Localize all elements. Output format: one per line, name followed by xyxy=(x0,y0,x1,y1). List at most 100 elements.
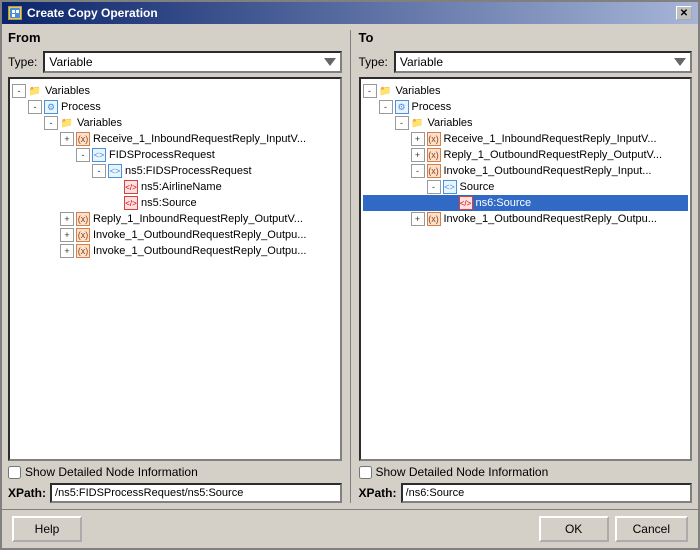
node-label: Invoke_1_OutboundRequestReply_Outpu... xyxy=(93,229,306,241)
from-type-row: Type: Variable xyxy=(8,51,342,73)
to-show-detailed-label[interactable]: Show Detailed Node Information xyxy=(359,465,549,479)
expand-icon[interactable]: + xyxy=(411,212,425,226)
node-label: Source xyxy=(460,181,495,193)
node-label: Reply_1_InboundRequestReply_OutputV... xyxy=(93,213,303,225)
tree-node[interactable]: +(x)Reply_1_InboundRequestReply_OutputV.… xyxy=(12,211,338,227)
node-label: Variables xyxy=(77,117,122,129)
expand-icon[interactable]: - xyxy=(379,100,393,114)
expand-icon[interactable]: - xyxy=(395,116,409,130)
node-label: Receive_1_InboundRequestReply_InputV... xyxy=(93,133,306,145)
from-xpath-input[interactable] xyxy=(50,483,341,503)
to-xpath-input[interactable] xyxy=(401,483,692,503)
node-label: ns5:FIDSProcessRequest xyxy=(125,165,252,177)
tree-node[interactable]: +(x)Invoke_1_OutboundRequestReply_Outpu.… xyxy=(12,227,338,243)
tree-node[interactable]: -<>ns5:FIDSProcessRequest xyxy=(12,163,338,179)
expand-icon[interactable]: + xyxy=(60,132,74,146)
from-show-detailed-checkbox[interactable] xyxy=(8,466,21,479)
tree-node[interactable]: -📁Variables xyxy=(12,83,338,99)
expand-icon[interactable]: - xyxy=(44,116,58,130)
node-label: Process xyxy=(412,101,452,113)
tree-node[interactable]: +(x)Invoke_1_OutboundRequestReply_Outpu.… xyxy=(363,211,689,227)
variable-icon: (x) xyxy=(76,212,90,226)
expand-icon[interactable]: + xyxy=(60,212,74,226)
node-label: Invoke_1_OutboundRequestReply_Outpu... xyxy=(444,213,657,225)
expand-icon[interactable]: + xyxy=(411,132,425,146)
node-label: Variables xyxy=(428,117,473,129)
help-button[interactable]: Help xyxy=(12,516,82,542)
cancel-button[interactable]: Cancel xyxy=(615,516,688,542)
attr-icon: </> xyxy=(124,180,138,194)
to-panel-title: To xyxy=(359,30,693,47)
process-icon: ⚙ xyxy=(44,100,58,114)
from-xpath-label: XPath: xyxy=(8,486,46,500)
node-label: Invoke_1_OutboundRequestReply_Outpu... xyxy=(93,245,306,257)
from-xpath-row: XPath: xyxy=(8,483,342,503)
ok-button[interactable]: OK xyxy=(539,516,609,542)
to-tree[interactable]: -📁Variables-⚙Process-📁Variables+(x)Recei… xyxy=(359,77,693,461)
tree-node[interactable]: -📁Variables xyxy=(12,115,338,131)
to-xpath-row: XPath: xyxy=(359,483,693,503)
expand-icon[interactable]: - xyxy=(363,84,377,98)
expand-icon[interactable]: + xyxy=(60,244,74,258)
element-icon: <> xyxy=(92,148,106,162)
expand-icon[interactable]: - xyxy=(92,164,106,178)
from-type-select[interactable]: Variable xyxy=(43,51,341,73)
node-label: ns5:AirlineName xyxy=(141,181,222,193)
node-label: Variables xyxy=(45,85,90,97)
expand-icon[interactable]: - xyxy=(411,164,425,178)
tree-node[interactable]: +(x)Receive_1_InboundRequestReply_InputV… xyxy=(12,131,338,147)
from-show-detailed-label[interactable]: Show Detailed Node Information xyxy=(8,465,198,479)
variable-icon: (x) xyxy=(76,228,90,242)
tree-node[interactable]: -(x)Invoke_1_OutboundRequestReply_Input.… xyxy=(363,163,689,179)
folder-icon: 📁 xyxy=(28,84,42,98)
tree-node[interactable]: +(x)Invoke_1_OutboundRequestReply_Outpu.… xyxy=(12,243,338,259)
node-label: Variables xyxy=(396,85,441,97)
close-button[interactable]: ✕ xyxy=(676,6,692,20)
expand-icon[interactable]: + xyxy=(411,148,425,162)
variable-icon: (x) xyxy=(427,132,441,146)
tree-node[interactable]: </>ns6:Source xyxy=(363,195,689,211)
tree-node[interactable]: +(x)Receive_1_InboundRequestReply_InputV… xyxy=(363,131,689,147)
variable-icon: (x) xyxy=(427,148,441,162)
from-bottom-row: Show Detailed Node Information xyxy=(8,465,342,479)
title-bar-left: Create Copy Operation xyxy=(8,6,158,20)
to-bottom-row: Show Detailed Node Information xyxy=(359,465,693,479)
expand-icon[interactable]: - xyxy=(76,148,90,162)
tree-node[interactable]: -📁Variables xyxy=(363,83,689,99)
element-icon: <> xyxy=(108,164,122,178)
expand-icon[interactable]: - xyxy=(12,84,26,98)
panel-divider xyxy=(350,30,351,503)
process-icon: ⚙ xyxy=(395,100,409,114)
ok-cancel-group: OK Cancel xyxy=(539,516,688,542)
dialog-window: Create Copy Operation ✕ From Type: Varia… xyxy=(0,0,700,550)
tree-node[interactable]: -⚙Process xyxy=(363,99,689,115)
node-label: ns5:Source xyxy=(141,197,197,209)
node-label: FIDSProcessRequest xyxy=(109,149,215,161)
node-label: Receive_1_InboundRequestReply_InputV... xyxy=(444,133,657,145)
tree-node[interactable]: </>ns5:Source xyxy=(12,195,338,211)
node-label: Invoke_1_OutboundRequestReply_Input... xyxy=(444,165,652,177)
variable-icon: (x) xyxy=(427,164,441,178)
expand-icon[interactable]: - xyxy=(28,100,42,114)
tree-node[interactable]: -<>FIDSProcessRequest xyxy=(12,147,338,163)
expand-icon[interactable]: - xyxy=(427,180,441,194)
folder-icon: 📁 xyxy=(411,116,425,130)
tree-node[interactable]: +(x)Reply_1_OutboundRequestReply_OutputV… xyxy=(363,147,689,163)
to-show-detailed-checkbox[interactable] xyxy=(359,466,372,479)
title-bar: Create Copy Operation ✕ xyxy=(2,2,698,24)
content-area: From Type: Variable -📁Variables-⚙Process… xyxy=(2,24,698,509)
tree-node[interactable]: -⚙Process xyxy=(12,99,338,115)
from-type-label: Type: xyxy=(8,55,37,69)
to-panel: To Type: Variable -📁Variables-⚙Process-📁… xyxy=(359,30,693,503)
attr-icon: </> xyxy=(124,196,138,210)
expand-icon[interactable]: + xyxy=(60,228,74,242)
variable-icon: (x) xyxy=(76,132,90,146)
tree-node[interactable]: -📁Variables xyxy=(363,115,689,131)
to-type-select[interactable]: Variable xyxy=(394,51,692,73)
folder-icon: 📁 xyxy=(60,116,74,130)
tree-node[interactable]: -<>Source xyxy=(363,179,689,195)
from-tree[interactable]: -📁Variables-⚙Process-📁Variables+(x)Recei… xyxy=(8,77,342,461)
tree-node[interactable]: </>ns5:AirlineName xyxy=(12,179,338,195)
element-icon: <> xyxy=(443,180,457,194)
from-panel: From Type: Variable -📁Variables-⚙Process… xyxy=(8,30,342,503)
